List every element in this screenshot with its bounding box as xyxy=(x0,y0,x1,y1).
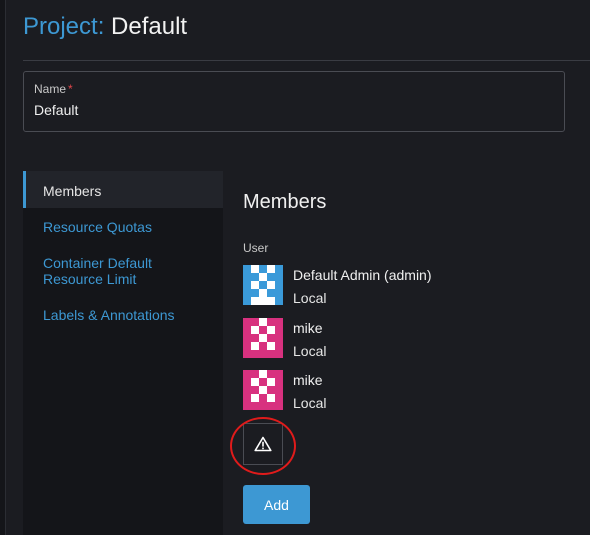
identicon-avatar xyxy=(243,265,283,305)
member-row: mike Local xyxy=(243,370,573,412)
member-row: mike Local xyxy=(243,318,573,360)
tab-members[interactable]: Members xyxy=(23,171,223,208)
members-content: Members User Default Admin (admin) Local xyxy=(223,171,590,535)
page-title: Project: Default xyxy=(23,11,187,43)
warning-avatar-button[interactable] xyxy=(243,423,283,465)
member-row: Default Admin (admin) Local xyxy=(243,265,573,307)
name-field-label: Name * xyxy=(34,82,73,96)
identicon-avatar xyxy=(243,318,283,358)
member-provider: Local xyxy=(293,343,327,359)
members-heading: Members xyxy=(243,191,327,213)
identicon-avatar xyxy=(243,370,283,410)
member-name: mike xyxy=(293,320,323,336)
tabbed-panel: Members Resource Quotas Container Defaul… xyxy=(23,171,590,535)
member-name: mike xyxy=(293,372,323,388)
page-title-name: Default xyxy=(111,13,188,40)
left-edge-rule xyxy=(0,0,6,535)
member-name: Default Admin (admin) xyxy=(293,267,432,283)
tab-resource-quotas[interactable]: Resource Quotas xyxy=(23,219,223,235)
add-member-button[interactable]: Add xyxy=(243,485,310,524)
name-input[interactable] xyxy=(34,102,534,118)
side-tabs: Members Resource Quotas Container Defaul… xyxy=(23,171,223,535)
tab-labels-annotations[interactable]: Labels & Annotations xyxy=(23,307,223,323)
required-asterisk: * xyxy=(68,82,73,96)
page-title-prefix: Project: xyxy=(23,13,105,40)
member-provider: Local xyxy=(293,395,327,411)
name-field: Name * xyxy=(23,71,565,132)
user-column-label: User xyxy=(243,241,269,255)
member-provider: Local xyxy=(293,290,327,306)
warning-triangle-icon xyxy=(254,436,272,452)
tab-container-default-resource-limit[interactable]: Container Default Resource Limit xyxy=(23,255,173,287)
header-divider xyxy=(23,60,590,61)
